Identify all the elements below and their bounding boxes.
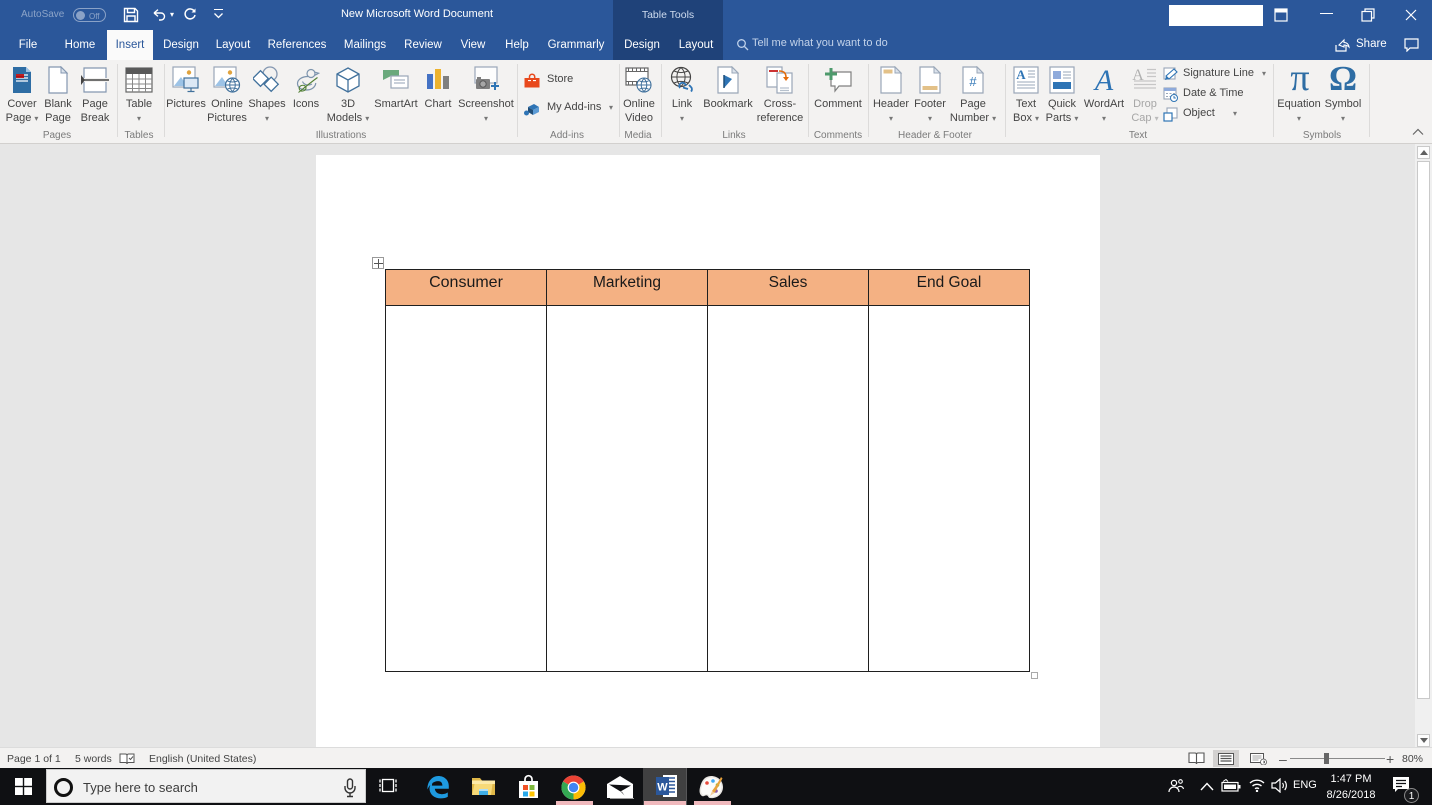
svg-text:A: A <box>1016 67 1026 82</box>
svg-text:A: A <box>1093 66 1114 94</box>
svg-text:#: # <box>969 74 977 89</box>
svg-text:W: W <box>657 782 668 794</box>
